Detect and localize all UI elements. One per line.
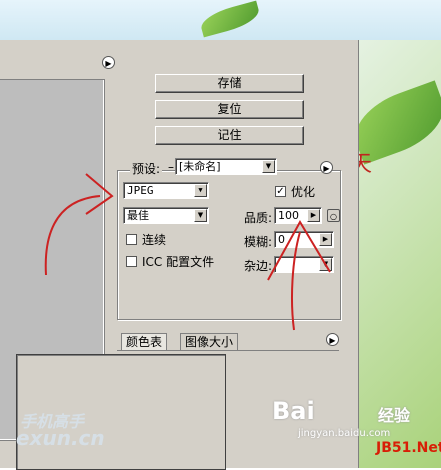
red-arrow-head [267, 219, 331, 281]
jb51-watermark: JB51.Net [376, 440, 441, 456]
jingyan-watermark: 经验 [378, 406, 411, 425]
jingyan-url: jingyan.baidu.com [298, 428, 391, 439]
red-arrow-head [85, 173, 114, 215]
annotation-overlay [44, 173, 331, 331]
baidu-watermark: Bai [272, 397, 315, 425]
watermark-text: exun.cn [16, 426, 105, 450]
red-arrow-annotation [44, 195, 101, 276]
red-arrow-annotation [291, 231, 301, 331]
